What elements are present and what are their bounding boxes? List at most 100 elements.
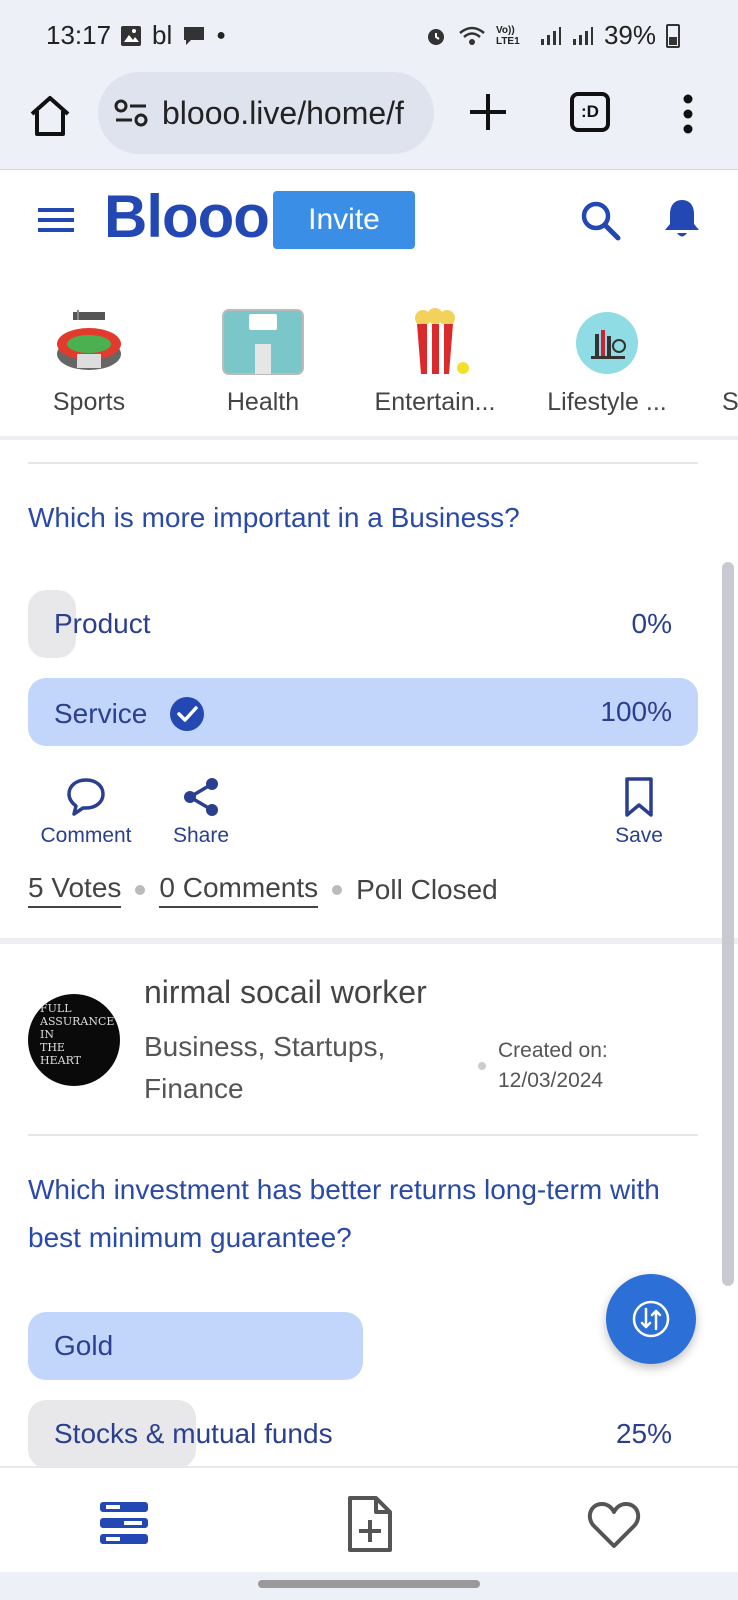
- category-sports[interactable]: Sports: [4, 308, 174, 417]
- cosmetics-icon: [576, 312, 638, 374]
- scrollbar[interactable]: [722, 562, 734, 1286]
- avatar-line: HEART: [40, 1054, 81, 1067]
- tab-switcher-button[interactable]: :D: [570, 92, 610, 132]
- more-menu-icon[interactable]: [682, 94, 694, 134]
- new-tab-icon[interactable]: [466, 90, 510, 134]
- share-label: Share: [172, 824, 230, 847]
- avatar-line: ASSURANCE: [40, 1015, 115, 1028]
- category-entertainment[interactable]: Entertain...: [350, 308, 520, 417]
- created-info: Created on: 12/03/2024: [498, 1036, 608, 1096]
- category-strip: Sports Health Entertain... Lifestyle ...…: [0, 268, 738, 440]
- divider: [28, 462, 698, 464]
- separator-dot: [332, 885, 343, 895]
- poll-option-product[interactable]: Product 0%: [28, 590, 698, 658]
- separator-dot: [135, 885, 146, 895]
- divider: [28, 1134, 698, 1136]
- invite-button[interactable]: Invite: [273, 191, 415, 249]
- chat-bubble-icon: [184, 26, 205, 45]
- avatar-line: FULL: [40, 1002, 72, 1015]
- feed-list-icon[interactable]: [96, 1496, 152, 1552]
- heart-icon[interactable]: [586, 1496, 642, 1552]
- status-time: 13:17: [46, 20, 112, 50]
- category-label: Sc: [722, 388, 738, 416]
- dot-icon: ●: [216, 26, 226, 44]
- poll-stats: 5 Votes 0 Comments Poll Closed: [28, 872, 498, 908]
- poll-option-label: Product: [54, 608, 151, 640]
- browser-toolbar: blooo.live/home/f :D: [0, 70, 738, 170]
- address-bar[interactable]: blooo.live/home/f: [98, 72, 434, 154]
- poll-option-percent: 25%: [615, 1418, 672, 1449]
- poll-option-label: Stocks & mutual funds: [54, 1418, 333, 1450]
- poll-option-percent: 0%: [631, 608, 672, 639]
- avatar-line: THE: [40, 1041, 65, 1054]
- separator-dot: [478, 1062, 486, 1070]
- save-button[interactable]: Save: [602, 776, 676, 848]
- app-logo[interactable]: Blooo: [104, 182, 270, 251]
- bookmark-icon: [625, 777, 653, 817]
- option-text: Gold: [54, 1330, 114, 1361]
- status-bar: 13:17 bl ● Vo)) LTE1 39%: [0, 0, 738, 70]
- wifi-icon: [459, 26, 485, 45]
- battery-icon: [666, 23, 680, 48]
- status-system: Vo)) LTE1 39%: [424, 20, 680, 51]
- poll-option-service[interactable]: Service 100%: [28, 678, 698, 746]
- avatar-line: IN: [40, 1028, 54, 1041]
- search-icon[interactable]: [578, 198, 622, 242]
- notification-bell-icon[interactable]: [660, 196, 704, 242]
- poll-question[interactable]: Which investment has better returns long…: [28, 1166, 708, 1262]
- poll-question[interactable]: Which is more important in a Business?: [28, 494, 708, 542]
- swap-vertical-icon: [632, 1300, 670, 1338]
- weighing-scale-icon: [222, 309, 304, 375]
- option-text: Service: [54, 698, 148, 729]
- category-partial[interactable]: Sc: [694, 308, 738, 417]
- comment-button[interactable]: Comment: [38, 776, 134, 848]
- gesture-bar[interactable]: [258, 1580, 480, 1588]
- category-health[interactable]: Health: [178, 308, 348, 417]
- share-button[interactable]: Share: [160, 776, 242, 848]
- category-label: Entertain...: [374, 388, 496, 416]
- stadium-icon: [57, 310, 121, 370]
- category-lifestyle[interactable]: Lifestyle ...: [522, 308, 692, 417]
- votes-link[interactable]: 5 Votes: [28, 872, 122, 908]
- url-text: blooo.live/home/f: [162, 94, 404, 131]
- hamburger-menu-icon[interactable]: [36, 202, 76, 238]
- author-name[interactable]: nirmal socail worker: [144, 974, 427, 1011]
- category-label: Sports: [52, 388, 126, 416]
- status-app-label: bl: [152, 20, 173, 50]
- create-poll-icon[interactable]: [342, 1496, 398, 1552]
- check-circle-icon: [170, 697, 205, 731]
- popcorn-icon: [415, 308, 469, 374]
- created-label: Created on:: [498, 1039, 608, 1062]
- created-date: 12/03/2024: [498, 1069, 604, 1092]
- signal-icon: [540, 26, 561, 45]
- home-icon[interactable]: [26, 92, 74, 140]
- section-separator: [0, 938, 738, 944]
- status-notifications: bl ●: [120, 20, 226, 51]
- option-text: Stocks & mutual funds: [54, 1418, 333, 1449]
- category-label: Health: [226, 388, 300, 416]
- save-label: Save: [615, 824, 663, 847]
- comment-label: Comment: [40, 824, 132, 847]
- comment-icon: [67, 778, 105, 816]
- alarm-icon: [427, 28, 444, 45]
- battery-percent: 39%: [603, 20, 656, 50]
- network-label: Vo)) LTE1: [495, 24, 520, 47]
- poll-option-label: Gold: [54, 1330, 113, 1362]
- app-header: Blooo Invite: [0, 172, 738, 268]
- category-label: Lifestyle ...: [547, 388, 667, 416]
- poll-option-stocks[interactable]: Stocks & mutual funds 25%: [28, 1400, 698, 1468]
- poll-actions: Comment Share Save: [0, 776, 738, 856]
- signal-icon-2: [572, 26, 593, 45]
- share-icon: [184, 778, 218, 816]
- comments-link[interactable]: 0 Comments: [159, 872, 319, 908]
- bottom-navigation: [0, 1466, 738, 1572]
- poll-option-gold[interactable]: Gold 5: [28, 1312, 698, 1380]
- poll-option-label: Service: [54, 696, 205, 732]
- site-info-icon[interactable]: [114, 99, 148, 127]
- poll-status: Poll Closed: [356, 874, 498, 905]
- gallery-icon: [121, 25, 141, 46]
- avatar[interactable]: FULL ASSURANCE IN THE HEART: [28, 994, 120, 1086]
- poll-tags: Business, Startups, Finance: [144, 1031, 386, 1104]
- sort-fab-button[interactable]: [606, 1274, 696, 1364]
- poll-option-percent: 100%: [600, 696, 672, 727]
